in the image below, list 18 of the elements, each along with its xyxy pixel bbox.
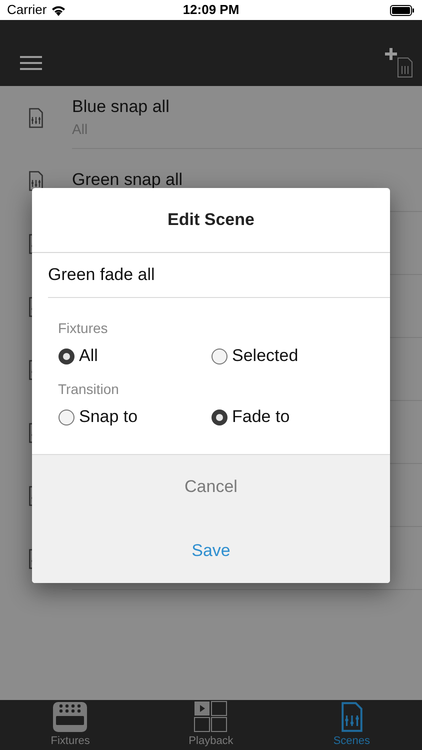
radio-option[interactable]: All <box>58 343 98 369</box>
radio-option[interactable]: Fade to <box>211 404 290 430</box>
tab[interactable]: Fixtures <box>0 700 141 750</box>
add-scene-icon[interactable] <box>385 48 414 78</box>
group-label: Fixtures <box>58 319 108 338</box>
scene-name-field[interactable]: Green fade all <box>48 253 390 298</box>
scene-title[interactable]: Blue snap all <box>72 94 170 120</box>
clock-time: 12:09 PM <box>182 1 240 20</box>
tab[interactable]: Scenes <box>281 700 422 750</box>
group-label: Transition <box>58 380 119 399</box>
radio-option[interactable]: Selected <box>211 343 298 369</box>
radio-option[interactable]: Snap to <box>58 404 138 430</box>
carrier-label: Carrier <box>7 1 47 20</box>
menu-icon[interactable] <box>20 56 42 70</box>
battery-icon <box>390 4 415 16</box>
dialog-title: Edit Scene <box>168 209 254 232</box>
tab[interactable]: Playback <box>140 700 282 750</box>
wifi-icon <box>50 4 66 16</box>
